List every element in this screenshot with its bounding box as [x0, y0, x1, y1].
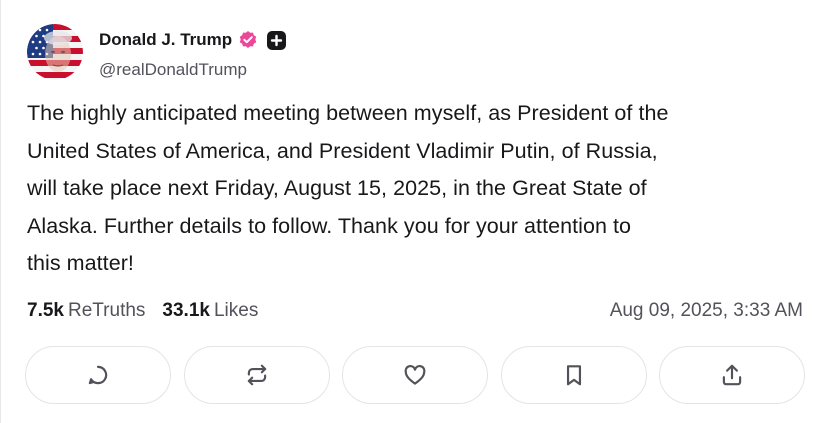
retruths-label: ReTruths	[67, 300, 146, 321]
follow-plus-button[interactable]	[267, 30, 287, 50]
like-icon	[404, 364, 426, 385]
share-icon	[722, 364, 742, 386]
author-display-name[interactable]: Donald J. Trump	[99, 30, 232, 50]
bookmark-button[interactable]	[500, 346, 647, 404]
reply-button[interactable]	[25, 346, 171, 404]
share-button[interactable]	[659, 346, 805, 404]
reply-icon	[88, 365, 108, 385]
likes-count: 33.1k	[162, 300, 210, 321]
plus-icon	[270, 34, 283, 46]
like-button[interactable]	[342, 346, 488, 404]
post-text: The highly anticipated meeting between m…	[27, 101, 669, 275]
retruths-count: 7.5k	[27, 300, 64, 321]
avatar-image	[27, 24, 83, 80]
bookmark-icon	[566, 365, 581, 386]
likes-label: Likes	[213, 300, 259, 321]
action-bar	[25, 346, 805, 404]
verified-badge-icon	[238, 30, 258, 50]
post-stats: 7.5k ReTruths 33.1k Likes Aug 09, 2025, …	[27, 298, 803, 324]
likes-stat[interactable]: 33.1k Likes	[162, 300, 258, 322]
post-timestamp[interactable]: Aug 09, 2025, 3:33 AM	[610, 300, 803, 322]
avatar[interactable]	[27, 24, 83, 80]
retruths-stat[interactable]: 7.5k ReTruths	[27, 300, 145, 322]
author-handle[interactable]: @realDonaldTrump	[99, 60, 247, 80]
post-card: Donald J. Trump @realDonaldTrump The hig…	[0, 0, 816, 423]
retruth-icon	[247, 364, 266, 386]
author-name-row: Donald J. Trump	[99, 29, 287, 51]
retruth-button[interactable]	[183, 346, 330, 404]
